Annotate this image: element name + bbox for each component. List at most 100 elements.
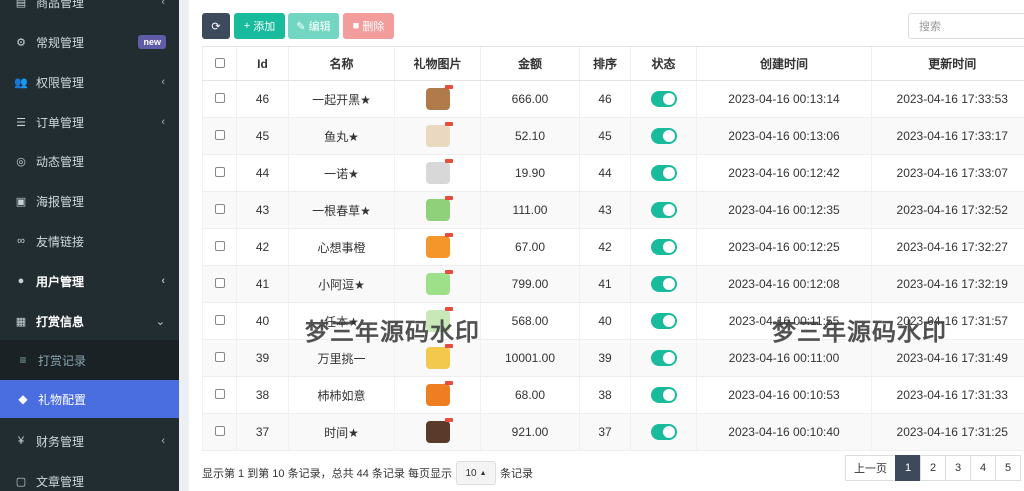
chevron-left-icon: ‹ [161, 116, 165, 128]
row-checkbox[interactable] [202, 191, 237, 229]
cell-image[interactable] [394, 228, 481, 266]
cube-icon: ◆ [18, 392, 28, 406]
column-header-image: 礼物图片 [394, 46, 481, 81]
column-header-id[interactable]: Id [236, 46, 289, 81]
sidebar-item-reward-records[interactable]: ≡ 打赏记录 [0, 340, 179, 380]
table-row[interactable]: 38 柿柿如意 68.00 38 2023-04-16 00:10:53 2023-04-… [202, 376, 1024, 414]
sidebar-item-label: 常规管理 [36, 35, 85, 50]
page-3-button[interactable]: 3 [945, 455, 971, 481]
status-toggle[interactable] [650, 387, 677, 403]
cell-image[interactable] [394, 80, 481, 118]
gift-thumbnail[interactable] [425, 159, 453, 184]
column-header-created[interactable]: 创建时间 [696, 46, 872, 81]
table-row[interactable]: 45 鱼丸★ 52.10 45 2023-04-16 00:13:06 2023-04-1… [202, 117, 1024, 155]
cell-sort: 43 [579, 191, 631, 229]
prev-page-button[interactable]: 上一页 [845, 455, 896, 481]
user-circle-icon: ● [17, 275, 25, 287]
cell-image[interactable] [394, 413, 481, 451]
search-input[interactable]: 搜索 [908, 13, 1024, 39]
row-checkbox[interactable] [202, 339, 237, 377]
sidebar-item-rewards[interactable]: ▦ 打赏信息 ⌄ [0, 301, 179, 341]
sidebar-item-posters[interactable]: ▣ 海报管理 [0, 181, 179, 221]
sidebar-item-label: 财务管理 [36, 434, 85, 449]
gift-thumbnail[interactable] [425, 196, 453, 221]
select-all-checkbox[interactable] [202, 46, 237, 81]
page-1-button[interactable]: 1 [895, 455, 921, 481]
status-toggle[interactable] [650, 276, 677, 292]
status-toggle[interactable] [650, 424, 677, 440]
sidebar: ▤ 商品管理 ‹ ⚙ 常规管理 new 👥 权限管理 ‹ ☰ 订单管理 ‹ ◎ … [0, 0, 179, 491]
gift-thumbnail[interactable] [425, 418, 453, 443]
caret-up-icon: ▲ [479, 469, 487, 477]
cell-image[interactable] [394, 154, 481, 192]
status-toggle[interactable] [650, 313, 677, 329]
gift-thumbnail[interactable] [425, 344, 453, 369]
table-row[interactable]: 43 一根春草★ 111.00 43 2023-04-16 00:12:35 2023-0… [202, 191, 1024, 229]
edit-button[interactable]: ✎ 编辑 [288, 13, 339, 39]
column-header-amount[interactable]: 金额 [480, 46, 580, 81]
refresh-button[interactable]: ⟳ [202, 13, 230, 39]
sidebar-item-users[interactable]: ● 用户管理 ‹ [0, 261, 179, 301]
delete-button[interactable]: ■ 删除 [343, 13, 394, 39]
sidebar-item-label: 用户管理 [36, 274, 85, 289]
cell-image[interactable] [394, 265, 481, 303]
row-checkbox[interactable] [202, 302, 237, 340]
cell-image[interactable] [394, 191, 481, 229]
gift-thumbnail[interactable] [425, 85, 453, 110]
cell-created: 2023-04-16 00:12:08 [696, 265, 872, 303]
link-icon: ∞ [17, 235, 25, 247]
cell-created: 2023-04-16 00:13:14 [696, 80, 872, 118]
sidebar-item-goods[interactable]: ▤ 商品管理 ‹ [0, 0, 179, 22]
sidebar-item-general[interactable]: ⚙ 常规管理 new [0, 22, 179, 62]
page-4-button[interactable]: 4 [970, 455, 996, 481]
sidebar-item-label: 文章管理 [36, 474, 85, 489]
row-checkbox[interactable] [202, 154, 237, 192]
page-size-select[interactable]: 10 ▲ [455, 461, 496, 485]
cell-created: 2023-04-16 00:12:42 [696, 154, 872, 192]
add-button[interactable]: + 添加 [234, 13, 285, 39]
row-checkbox[interactable] [202, 265, 237, 303]
cell-sort: 44 [579, 154, 631, 192]
table-row[interactable]: 41 小阿逗★ 799.00 41 2023-04-16 00:12:08 2023-04… [202, 265, 1024, 303]
status-toggle[interactable] [650, 91, 677, 107]
status-toggle[interactable] [650, 202, 677, 218]
gift-thumbnail[interactable] [425, 233, 453, 258]
page-2-button[interactable]: 2 [920, 455, 946, 481]
column-header-updated[interactable]: 更新时间 [871, 46, 1024, 81]
row-checkbox[interactable] [202, 228, 237, 266]
sidebar-item-moments[interactable]: ◎ 动态管理 [0, 141, 179, 181]
row-checkbox[interactable] [202, 376, 237, 414]
sidebar-item-orders[interactable]: ☰ 订单管理 ‹ [0, 102, 179, 142]
cell-id: 44 [236, 154, 289, 192]
users-icon: 👥 [14, 76, 28, 89]
table-row[interactable]: 42 心想事橙 67.00 42 2023-04-16 00:12:25 2023-04-… [202, 228, 1024, 266]
row-checkbox[interactable] [202, 117, 237, 155]
gift-thumbnail[interactable] [425, 381, 453, 406]
sidebar-item-articles[interactable]: ▢ 文章管理 [0, 461, 179, 491]
row-checkbox[interactable] [202, 80, 237, 118]
status-toggle[interactable] [650, 239, 677, 255]
gift-thumbnail[interactable] [425, 122, 453, 147]
sidebar-item-auth[interactable]: 👥 权限管理 ‹ [0, 62, 179, 102]
gift-thumbnail[interactable] [425, 270, 453, 295]
cell-amount: 10001.00 [480, 339, 580, 377]
row-checkbox[interactable] [202, 413, 237, 451]
sidebar-item-links[interactable]: ∞ 友情链接 [0, 221, 179, 261]
table-row[interactable]: 46 一起开黑★ 666.00 46 2023-04-16 00:13:14 2023-0… [202, 80, 1024, 118]
cell-id: 38 [236, 376, 289, 414]
status-toggle[interactable] [650, 165, 677, 181]
cell-status [630, 376, 697, 414]
column-header-sort[interactable]: 排序 [579, 46, 631, 81]
cell-image[interactable] [394, 117, 481, 155]
column-header-name[interactable]: 名称 [288, 46, 395, 81]
sidebar-item-gift-config[interactable]: ◆ 礼物配置 [0, 380, 179, 418]
cell-id: 46 [236, 80, 289, 118]
cell-image[interactable] [394, 376, 481, 414]
sidebar-item-label: 礼物配置 [38, 392, 87, 407]
status-toggle[interactable] [650, 350, 677, 366]
table-row[interactable]: 44 一诺★ 19.90 44 2023-04-16 00:12:42 2023-04-1… [202, 154, 1024, 192]
status-toggle[interactable] [650, 128, 677, 144]
page-5-button[interactable]: 5 [995, 455, 1021, 481]
table-row[interactable]: 37 时间★ 921.00 37 2023-04-16 00:10:40 2023-04-… [202, 413, 1024, 451]
sidebar-item-finance[interactable]: ¥ 财务管理 ‹ [0, 421, 179, 461]
